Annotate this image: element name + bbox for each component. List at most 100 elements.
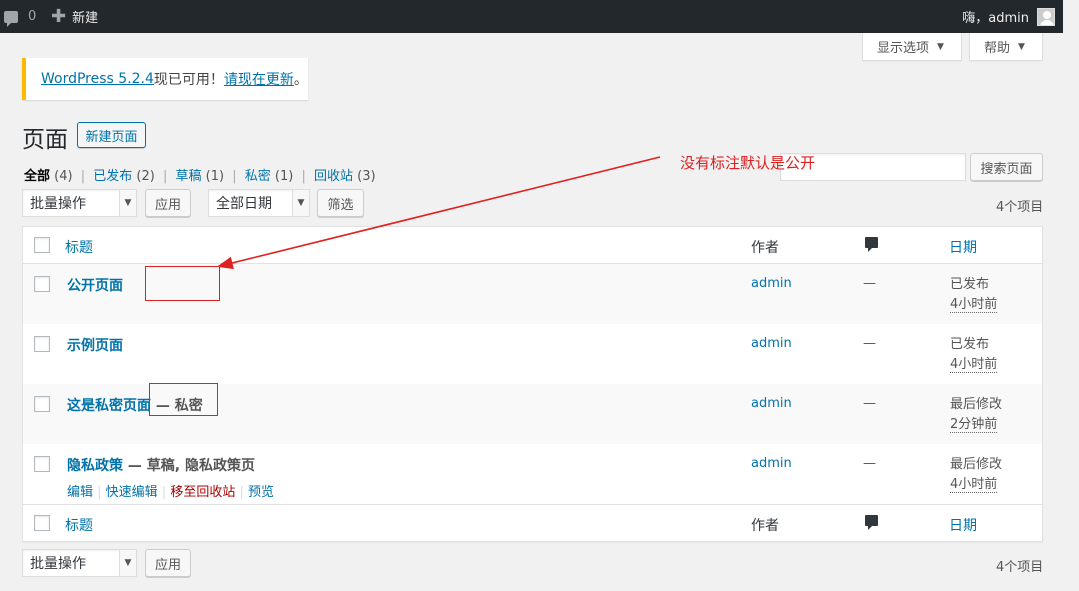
new-content-menu[interactable]: ✚ 新建 bbox=[51, 0, 98, 33]
page-title-link[interactable]: 公开页面 bbox=[67, 275, 123, 295]
separator: | bbox=[232, 169, 237, 184]
row-checkbox[interactable] bbox=[34, 336, 50, 352]
comments-count: 0 bbox=[28, 9, 37, 24]
trash-link[interactable]: 移至回收站 bbox=[170, 485, 235, 500]
filter-trash[interactable]: 回收站 bbox=[314, 169, 353, 184]
apply-button-bottom[interactable]: 应用 bbox=[145, 549, 191, 577]
comment-bubble-icon bbox=[4, 10, 18, 27]
column-title-sort[interactable]: 标题 bbox=[65, 237, 93, 257]
row-title-text: 示例页面 bbox=[67, 338, 123, 354]
separator: | bbox=[162, 169, 168, 184]
column-author: 作者 bbox=[751, 240, 779, 256]
row-author[interactable]: admin bbox=[751, 456, 792, 471]
row-actions: 编辑 | 快速编辑 | 移至回收站 | 预览 bbox=[67, 485, 275, 500]
update-notice: WordPress 5.2.4 现已可用！ 请现在更新 。 bbox=[22, 58, 308, 100]
date-status: 已发布 bbox=[950, 337, 990, 352]
row-checkbox[interactable] bbox=[34, 276, 50, 292]
table-row: 示例页面 admin — 已发布 4小时前 bbox=[23, 324, 1042, 384]
screen-options-label: 显示选项 bbox=[877, 41, 930, 56]
annotation-text: 没有标注默认是公开 bbox=[680, 154, 816, 172]
chevron-down-icon: ▼ bbox=[119, 550, 136, 576]
comments-menu[interactable]: 0 bbox=[4, 0, 36, 33]
row-author[interactable]: admin bbox=[751, 276, 792, 291]
filter-drafts-count: (1) bbox=[205, 169, 225, 184]
add-new-page-button[interactable]: 新建页面 bbox=[77, 122, 146, 148]
my-account-menu[interactable]: 嗨，admin bbox=[962, 0, 1055, 33]
filter-drafts[interactable]: 草稿 bbox=[176, 169, 202, 184]
help-label: 帮助 bbox=[984, 41, 1011, 56]
search-pages-button[interactable]: 搜索页面 bbox=[970, 153, 1043, 181]
row-author[interactable]: admin bbox=[751, 336, 792, 351]
table-header: 标题 作者 日期 bbox=[23, 227, 1042, 264]
row-date: 已发布 4小时前 bbox=[950, 335, 998, 375]
row-comments: — bbox=[863, 396, 876, 411]
filter-published[interactable]: 已发布 bbox=[93, 169, 132, 184]
new-label: 新建 bbox=[72, 11, 99, 26]
row-date: 最后修改 4小时前 bbox=[950, 455, 1002, 495]
row-comments: — bbox=[863, 456, 876, 471]
date-time: 4小时前 bbox=[950, 477, 998, 493]
date-filter-select[interactable]: 全部日期 ▼ bbox=[208, 189, 310, 217]
annotation-box-public bbox=[145, 266, 220, 301]
version-link[interactable]: WordPress 5.2.4 bbox=[41, 71, 154, 87]
column-date-sort[interactable]: 日期 bbox=[949, 237, 977, 257]
items-count-top: 4个项目 bbox=[996, 200, 1044, 215]
row-checkbox[interactable] bbox=[34, 396, 50, 412]
row-comments: — bbox=[863, 276, 876, 291]
separator: | bbox=[80, 169, 86, 184]
edit-link[interactable]: 编辑 bbox=[67, 485, 93, 500]
filter-private[interactable]: 私密 bbox=[245, 169, 271, 184]
column-date-sort-bottom[interactable]: 日期 bbox=[949, 515, 977, 535]
row-title-text: 公开页面 bbox=[67, 278, 123, 294]
items-count-bottom: 4个项目 bbox=[996, 560, 1044, 575]
row-comments: — bbox=[863, 336, 876, 351]
greeting: 嗨，admin bbox=[962, 11, 1029, 26]
filter-trash-count: (3) bbox=[357, 169, 376, 184]
status-filters: 全部 (4) | 已发布 (2) | 草稿 (1) | 私密 (1) | 回收站… bbox=[24, 165, 376, 184]
filter-all-count: (4) bbox=[54, 169, 73, 184]
quick-edit-link[interactable]: 快速编辑 bbox=[106, 485, 158, 500]
notice-text: 现已可用！ bbox=[153, 72, 224, 88]
filter-private-count: (1) bbox=[274, 169, 294, 184]
filter-published-count: (2) bbox=[136, 169, 155, 184]
row-checkbox[interactable] bbox=[34, 456, 50, 472]
comment-icon bbox=[865, 237, 878, 252]
post-state: — 草稿, 隐私政策页 bbox=[123, 458, 255, 474]
comment-icon bbox=[865, 515, 878, 530]
row-author[interactable]: admin bbox=[751, 396, 792, 411]
date-filter-value: 全部日期 bbox=[216, 196, 272, 212]
date-time: 4小时前 bbox=[950, 297, 998, 313]
select-all-checkbox[interactable] bbox=[34, 237, 50, 253]
filter-button[interactable]: 筛选 bbox=[317, 189, 364, 217]
caret-down-icon: ▼ bbox=[937, 41, 944, 52]
separator: | bbox=[301, 169, 306, 184]
row-title-wrap: 隐私政策 — 草稿, 隐私政策页 bbox=[67, 455, 255, 475]
page-title-link[interactable]: 示例页面 bbox=[67, 335, 123, 355]
table-footer: 标题 作者 日期 bbox=[23, 504, 1042, 541]
plus-icon: ✚ bbox=[51, 5, 67, 27]
page-title-link[interactable]: 隐私政策 bbox=[67, 458, 123, 474]
bulk-actions-value: 批量操作 bbox=[30, 196, 86, 212]
column-title-sort-bottom[interactable]: 标题 bbox=[65, 515, 93, 535]
screen-options-button[interactable]: 显示选项 ▼ bbox=[862, 33, 962, 61]
page-title: 页面 bbox=[22, 127, 68, 153]
row-date: 最后修改 2分钟前 bbox=[950, 395, 1002, 435]
notice-end: 。 bbox=[293, 72, 308, 88]
date-time: 2分钟前 bbox=[950, 417, 998, 433]
apply-button-top[interactable]: 应用 bbox=[145, 189, 191, 217]
bulk-actions-select-bottom[interactable]: 批量操作 ▼ bbox=[22, 549, 137, 577]
chevron-down-icon: ▼ bbox=[292, 190, 309, 216]
table-row: 隐私政策 — 草稿, 隐私政策页 编辑 | 快速编辑 | 移至回收站 | 预览 … bbox=[23, 444, 1042, 504]
page-title-link[interactable]: 这是私密页面 bbox=[67, 398, 151, 414]
date-status: 最后修改 bbox=[950, 397, 1003, 412]
bulk-actions-select-top[interactable]: 批量操作 ▼ bbox=[22, 189, 137, 217]
preview-link[interactable]: 预览 bbox=[248, 485, 274, 500]
filter-all[interactable]: 全部 bbox=[24, 169, 50, 184]
update-now-link[interactable]: 请现在更新 bbox=[224, 69, 294, 89]
select-all-checkbox-bottom[interactable] bbox=[34, 515, 50, 531]
row-date: 已发布 4小时前 bbox=[950, 275, 998, 315]
date-time: 4小时前 bbox=[950, 357, 998, 373]
date-status: 最后修改 bbox=[950, 457, 1003, 472]
scrollbar[interactable] bbox=[1063, 0, 1079, 591]
help-button[interactable]: 帮助 ▼ bbox=[969, 33, 1043, 61]
